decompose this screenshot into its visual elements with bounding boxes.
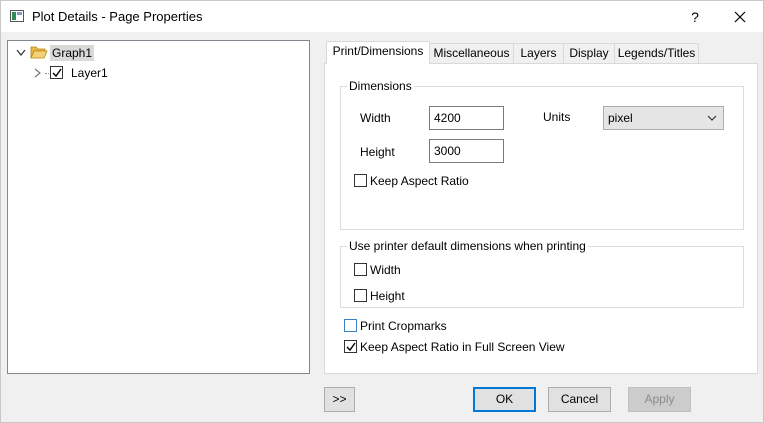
tab-display[interactable]: Display xyxy=(563,43,615,63)
app-icon xyxy=(10,10,24,22)
units-selected-value: pixel xyxy=(608,111,633,125)
printer-defaults-group: Use printer default dimensions when prin… xyxy=(340,239,744,308)
chevron-down-icon[interactable] xyxy=(16,49,26,57)
width-label: Width xyxy=(360,111,391,125)
keep-aspect-label[interactable]: Keep Aspect Ratio xyxy=(370,174,469,188)
checkmark-icon xyxy=(346,342,356,352)
printer-width-label[interactable]: Width xyxy=(370,263,401,277)
height-input[interactable]: 3000 xyxy=(429,139,504,163)
print-cropmarks-checkbox[interactable] xyxy=(344,319,357,332)
chevron-right-icon[interactable] xyxy=(34,68,42,78)
object-tree[interactable]: Graph1 Layer1 xyxy=(7,40,310,374)
printer-width-checkbox[interactable] xyxy=(354,263,367,276)
close-button[interactable] xyxy=(725,4,755,30)
expand-button[interactable]: >> xyxy=(324,387,355,412)
keep-aspect-checkbox[interactable] xyxy=(354,174,367,187)
window-title: Plot Details - Page Properties xyxy=(32,9,203,24)
dimensions-group-title: Dimensions xyxy=(347,79,414,93)
units-label: Units xyxy=(543,110,571,124)
ok-button[interactable]: OK xyxy=(473,387,536,412)
close-icon xyxy=(734,11,746,23)
chevron-down-icon xyxy=(707,115,717,121)
tab-miscellaneous[interactable]: Miscellaneous xyxy=(429,43,514,63)
fullscreen-aspect-checkbox[interactable] xyxy=(344,340,357,353)
width-input[interactable]: 4200 xyxy=(429,106,504,130)
height-label: Height xyxy=(360,145,395,159)
dimensions-group: Dimensions Width 4200 Height 3000 Units … xyxy=(340,79,744,230)
printer-defaults-title: Use printer default dimensions when prin… xyxy=(347,239,588,253)
apply-button[interactable]: Apply xyxy=(628,387,691,412)
layer-checkbox[interactable] xyxy=(50,66,63,79)
tab-layers[interactable]: Layers xyxy=(513,43,564,63)
units-select[interactable]: pixel xyxy=(603,106,724,130)
folder-open-icon xyxy=(30,46,48,59)
printer-height-checkbox[interactable] xyxy=(354,289,367,302)
printer-height-label[interactable]: Height xyxy=(370,289,405,303)
title-bar: Plot Details - Page Properties ? xyxy=(1,1,763,32)
fullscreen-aspect-label[interactable]: Keep Aspect Ratio in Full Screen View xyxy=(360,340,565,354)
tab-print-dimensions[interactable]: Print/Dimensions xyxy=(326,41,430,64)
help-button[interactable]: ? xyxy=(683,6,707,28)
print-cropmarks-label[interactable]: Print Cropmarks xyxy=(360,319,447,333)
print-dimensions-panel: Dimensions Width 4200 Height 3000 Units … xyxy=(324,63,758,374)
plot-details-dialog: Plot Details - Page Properties ? Graph1 xyxy=(0,0,764,423)
cancel-button[interactable]: Cancel xyxy=(548,387,611,412)
checkmark-icon xyxy=(52,68,62,78)
tree-label-layer[interactable]: Layer1 xyxy=(71,66,108,80)
tab-legends-titles[interactable]: Legends/Titles xyxy=(614,43,699,63)
tree-label-graph[interactable]: Graph1 xyxy=(50,45,95,61)
